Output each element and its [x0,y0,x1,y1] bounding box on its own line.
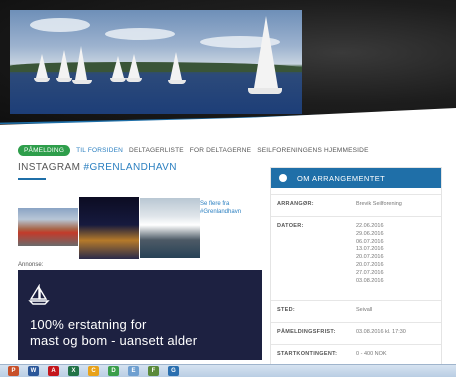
instagram-hashtag[interactable]: #GRENLANDHAVN [83,162,176,173]
deadline-label: PÅMELDINGSFRIST: [277,329,336,335]
word-icon[interactable]: W [28,366,39,376]
place-label: STED: [277,307,295,313]
nav-for-participants[interactable]: FOR DELTAGERNE [190,147,251,154]
instagram-title-prefix: INSTAGRAM [18,162,84,173]
app-icon[interactable]: D [108,366,119,376]
header-banner [0,0,456,132]
date-item: 20.07.2016 [356,254,384,261]
fee-value: 0 - 400 NOK [356,351,387,357]
date-item: 03.08.2016 [356,277,384,284]
deadline-row: PÅMELDINGSFRIST: 03.08.2016 kl. 17:30 [271,322,441,345]
organizer-row: ARRANGØR: Brevik Seilforening [271,194,441,217]
event-panel-title: OM ARRANGEMENTET [297,173,386,183]
dates-row: DATOER: 22.06.2016 29.06.2016 06.07.2016… [271,216,441,295]
date-item: 29.06.2016 [356,230,384,237]
ad-headline: 100% erstatning for mast og bom - uanset… [30,317,197,349]
title-underline [18,178,46,180]
ad-line-2: mast og bom - uansett alder [30,333,198,348]
date-item: 13.07.2016 [356,246,384,253]
instagram-section-title: INSTAGRAM #GRENLANDHAVN [18,162,177,173]
ad-label: Annonse: [18,262,44,268]
app-icon[interactable]: F [148,366,159,376]
chrome-icon[interactable]: C [88,366,99,376]
place-row: STED: Seivall [271,300,441,323]
organizer-value: Brevik Seilforening [356,201,402,207]
instagram-see-more-link[interactable]: Se flere fra #Grenlandhavn [200,200,260,216]
instagram-image-harbor[interactable] [18,208,78,246]
dates-list: 22.06.2016 29.06.2016 06.07.2016 13.07.2… [356,223,384,285]
sailboat-logo-icon [28,284,50,305]
date-item: 06.07.2016 [356,238,384,245]
ad-line-1: 100% erstatning for [30,317,147,332]
nav-club-homepage[interactable]: SEILFORENINGENS HJEMMESIDE [257,147,368,154]
circle-icon [279,174,287,182]
instagram-image-night-harbor[interactable] [79,197,139,259]
acrobat-icon[interactable]: A [48,366,59,376]
powerpoint-icon[interactable]: P [8,366,19,376]
main-nav: PÅMELDING TIL FORSIDEN DELTAGERLISTE FOR… [18,144,369,156]
advertisement-banner[interactable]: 100% erstatning for mast og bom - uanset… [18,270,262,360]
dates-label: DATOER: [277,223,304,229]
nav-home[interactable]: TIL FORSIDEN [76,147,123,154]
deadline-value: 03.08.2016 kl. 17:30 [356,329,406,335]
app-icon[interactable]: G [168,366,179,376]
date-item: 20.07.2016 [356,261,384,268]
excel-icon[interactable]: X [68,366,79,376]
os-taskbar: P W A X C D E F G [0,364,456,377]
date-item: 27.07.2016 [356,269,384,276]
nav-participant-list[interactable]: DELTAGERLISTE [129,147,184,154]
organizer-label: ARRANGØR: [277,201,314,207]
event-info-panel: OM ARRANGEMENTET ARRANGØR: Brevik Seilfo… [270,167,442,369]
place-value: Seivall [356,307,373,313]
signup-button[interactable]: PÅMELDING [18,144,71,156]
sailboats-photo [10,10,302,114]
event-panel-header: OM ARRANGEMENTET [271,168,441,188]
instagram-image-ferry[interactable] [140,198,200,258]
app-icon[interactable]: E [128,366,139,376]
fee-label: STARTKONTINGENT: [277,351,338,357]
date-item: 22.06.2016 [356,223,384,229]
